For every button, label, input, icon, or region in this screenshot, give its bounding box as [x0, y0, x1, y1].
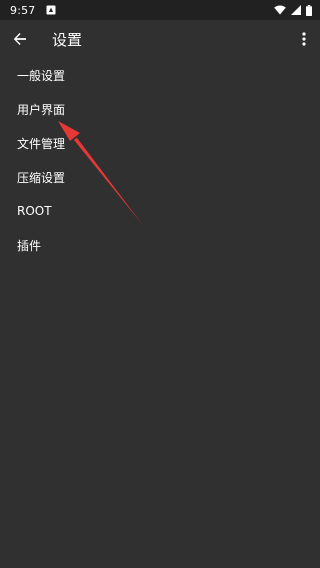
settings-item-file-management[interactable]: 文件管理: [0, 126, 320, 160]
settings-list: 一般设置 用户界面 文件管理 压缩设置 ROOT 插件: [0, 58, 320, 262]
signal-icon: [291, 5, 301, 15]
settings-item-label: 压缩设置: [17, 170, 66, 185]
toolbar: 设置: [0, 20, 320, 58]
battery-icon: [306, 4, 312, 16]
status-bar: 9:57: [0, 0, 320, 20]
more-vert-icon: [302, 32, 306, 46]
notification-icon: [46, 5, 56, 15]
arrow-back-icon: [13, 33, 26, 45]
settings-item-plugins[interactable]: 插件: [0, 228, 320, 262]
settings-item-label: 用户界面: [17, 102, 66, 117]
settings-item-general[interactable]: 一般设置: [0, 58, 320, 92]
settings-screen: 9:57 设置 一般设置 用户界面 文件管理 压缩设置 ROOT 插件: [0, 0, 320, 568]
settings-item-label: 插件: [17, 238, 42, 253]
overflow-menu-button[interactable]: [292, 20, 316, 58]
settings-item-user-interface[interactable]: 用户界面: [0, 92, 320, 126]
settings-item-label: 文件管理: [17, 136, 66, 151]
back-button[interactable]: [0, 20, 40, 58]
status-left: 9:57: [10, 4, 56, 17]
wifi-icon: [274, 5, 286, 15]
page-title: 设置: [52, 30, 83, 49]
status-time: 9:57: [10, 3, 36, 17]
status-right: [274, 4, 312, 16]
settings-item-label: ROOT: [17, 204, 52, 218]
settings-item-compression[interactable]: 压缩设置: [0, 160, 320, 194]
settings-item-label: 一般设置: [17, 68, 66, 83]
settings-item-root[interactable]: ROOT: [0, 194, 320, 228]
